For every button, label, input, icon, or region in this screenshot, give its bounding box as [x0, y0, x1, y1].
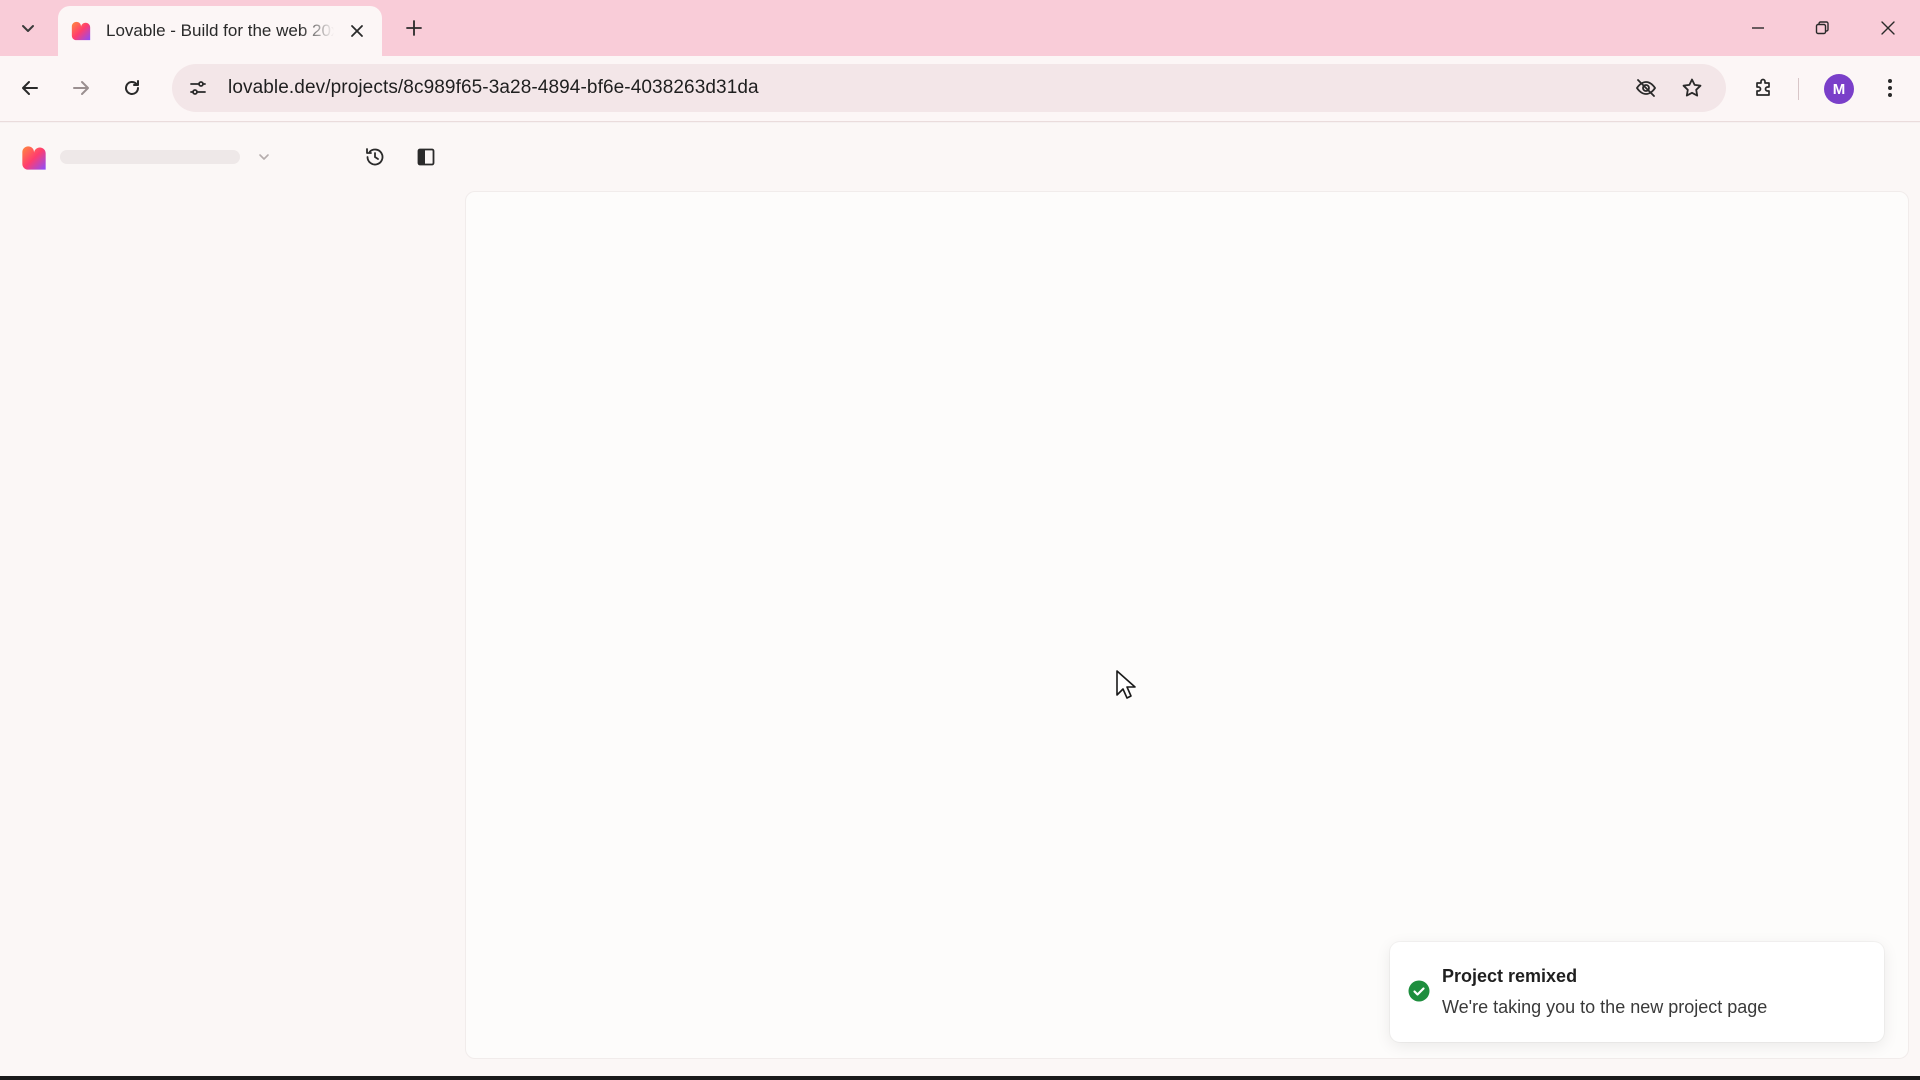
close-icon	[351, 25, 363, 37]
check-circle-icon	[1408, 980, 1430, 1002]
lovable-app	[0, 123, 1920, 1076]
chevron-down-icon	[259, 154, 269, 160]
project-name-loading-placeholder	[60, 150, 240, 164]
extensions-button[interactable]	[1744, 68, 1784, 108]
forward-button[interactable]	[61, 68, 101, 108]
browser-toolbar: lovable.dev/projects/8c989f65-3a28-4894-…	[0, 56, 1920, 122]
chevron-down-icon	[22, 25, 34, 32]
minimize-icon	[1752, 27, 1764, 29]
plus-icon	[406, 20, 422, 36]
panel-left-icon	[417, 148, 435, 166]
preview-panel	[465, 191, 1909, 1059]
arrow-right-icon	[73, 81, 89, 95]
close-tab-button[interactable]	[344, 18, 370, 44]
history-button[interactable]	[360, 142, 390, 172]
bookmark-button[interactable]	[1672, 68, 1712, 108]
tune-icon	[190, 81, 206, 95]
toolbar-divider	[1798, 78, 1799, 100]
close-icon	[1881, 21, 1895, 35]
restore-icon	[1815, 21, 1829, 35]
minimize-button[interactable]	[1730, 6, 1786, 50]
site-info-button[interactable]	[178, 68, 218, 108]
kebab-icon	[1888, 79, 1892, 97]
lovable-favicon-icon	[71, 21, 91, 41]
new-tab-button[interactable]	[396, 10, 432, 46]
address-bar[interactable]: lovable.dev/projects/8c989f65-3a28-4894-…	[172, 64, 1726, 112]
arrow-left-icon	[22, 81, 38, 95]
browser-tab-strip: Lovable - Build for the web 20x faster	[0, 0, 1920, 56]
puzzle-icon	[1756, 78, 1770, 96]
toast-notification: Project remixed We're taking you to the …	[1390, 942, 1884, 1042]
toast-title: Project remixed	[1442, 966, 1578, 986]
back-button[interactable]	[10, 68, 50, 108]
browser-menu-button[interactable]	[1870, 68, 1910, 108]
history-icon	[366, 148, 384, 166]
tracking-protection-button[interactable]	[1626, 68, 1666, 108]
reload-icon	[125, 80, 139, 95]
mouse-cursor-icon	[1116, 670, 1136, 699]
restore-button[interactable]	[1794, 6, 1850, 50]
reload-button[interactable]	[112, 68, 152, 108]
eye-off-icon	[1635, 79, 1657, 97]
screen-bottom-edge	[0, 1076, 1920, 1080]
star-icon	[1682, 78, 1702, 97]
toggle-sidebar-button[interactable]	[411, 142, 441, 172]
profile-avatar[interactable]: M	[1824, 74, 1854, 104]
toast-description: We're taking you to the new project page	[1442, 997, 1768, 1017]
tab-search-button[interactable]	[10, 10, 46, 46]
url-text: lovable.dev/projects/8c989f65-3a28-4894-…	[228, 77, 759, 98]
lovable-logo-icon[interactable]	[20, 144, 48, 172]
project-menu-button[interactable]	[254, 147, 274, 167]
active-tab[interactable]: Lovable - Build for the web 20x faster	[58, 6, 382, 56]
tab-title: Lovable - Build for the web 20x faster	[106, 21, 334, 40]
close-window-button[interactable]	[1860, 6, 1916, 50]
